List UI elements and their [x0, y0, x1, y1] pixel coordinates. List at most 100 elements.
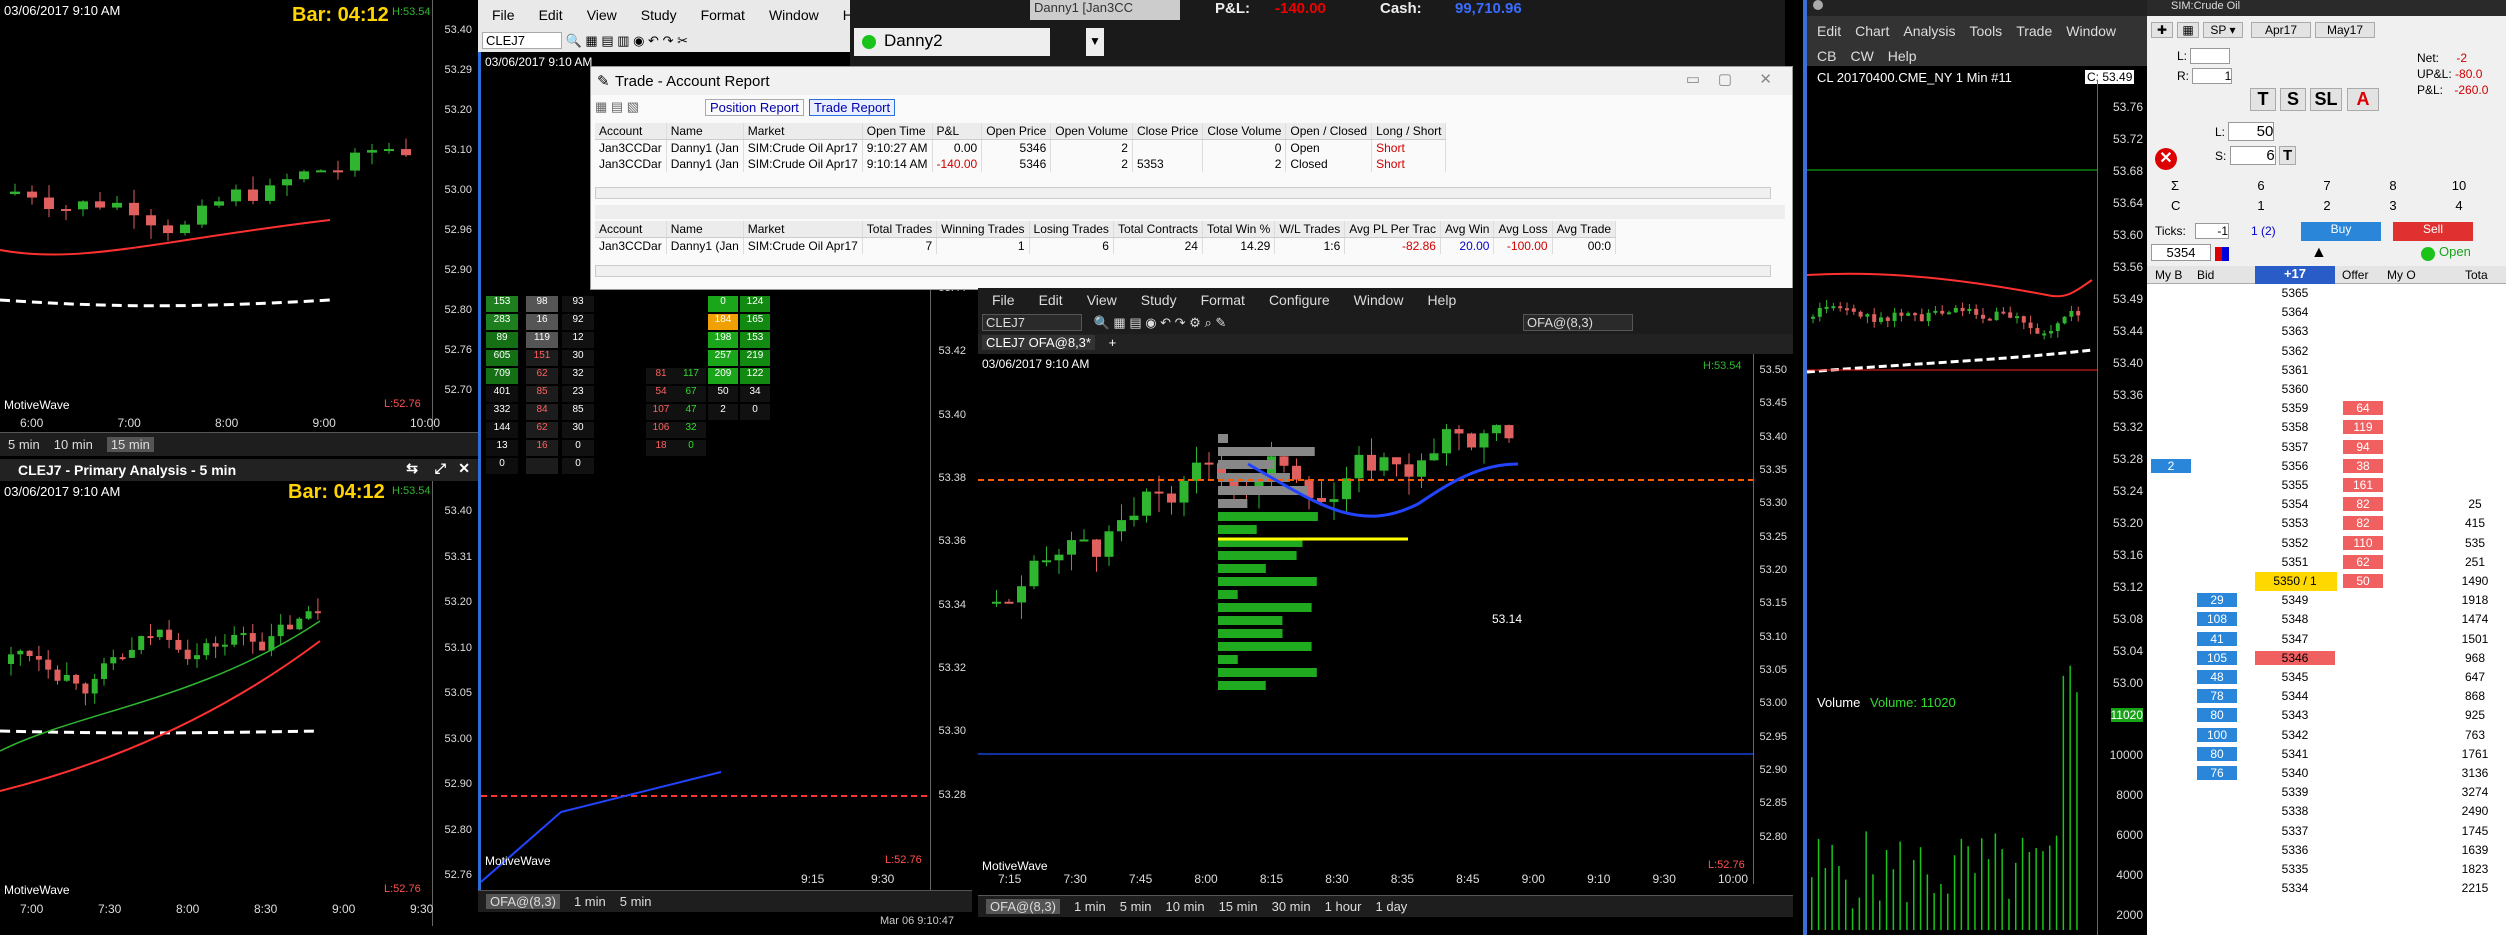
dom-row[interactable]: 5360 — [2147, 380, 2506, 399]
chart-tab-ml[interactable]: CLEJ7 - Primary Analysis - 5 min ✕ ⤢ ⇆ — [0, 459, 478, 481]
search-icon[interactable]: 🔍 ▦ ▤ ▥ ◉ ↶ ↷ ✂ — [566, 33, 688, 48]
qty-button[interactable]: 7 — [2307, 178, 2347, 193]
interval-bar-mid[interactable]: OFA@(8,3) 1 min 5 min — [478, 890, 972, 912]
buy-button[interactable]: Buy — [2301, 222, 2381, 241]
column-header[interactable]: Losing Trades — [1029, 221, 1114, 238]
toolbar-ofa[interactable]: CLEJ7 🔍 ▦ ▤ ◉ ↶ ↷ ⚙ ⌕ ✎ OFA@(8,3) — [978, 312, 1793, 334]
qty-button[interactable]: 10 — [2439, 178, 2479, 193]
column-header[interactable]: Avg Loss — [1493, 221, 1553, 238]
menu-item[interactable]: Format — [1201, 292, 1245, 308]
interval-tab[interactable]: 1 min — [1074, 899, 1106, 914]
interval-tab[interactable]: 1 min — [574, 894, 606, 909]
interval-tab[interactable]: 5 min — [1120, 899, 1152, 914]
up-arrow-icon[interactable]: ▲ — [2311, 244, 2327, 262]
chart-top-left[interactable]: 03/06/2017 9:10 AM Bar: 04:12 H:53.54 53… — [0, 0, 478, 430]
menu-item[interactable]: Format — [701, 7, 745, 23]
account-panel[interactable]: Danny2 ▼ — [854, 28, 1104, 56]
chart-mid-left[interactable]: 03/06/2017 9:10 AM Bar: 04:12 H:53.54 53… — [0, 481, 478, 926]
dom-row[interactable]: 5358 119 — [2147, 418, 2506, 437]
month-apr[interactable]: Apr17 — [2251, 22, 2311, 38]
column-header[interactable]: Open Time — [862, 123, 933, 140]
menu-item[interactable]: File — [492, 7, 515, 23]
grid-icon[interactable]: ▦ — [2177, 22, 2199, 38]
interval-tab[interactable]: 5 min — [620, 894, 652, 909]
dom-row[interactable]: 41 5347 1501 — [2147, 630, 2506, 649]
expand-icon[interactable]: ⤢ — [435, 460, 446, 477]
stop-value[interactable]: 6 — [2229, 146, 2276, 165]
menu-item[interactable]: Help — [1888, 48, 1917, 64]
qty-button[interactable]: 8 — [2373, 178, 2413, 193]
toolbar-icons[interactable]: ▦ ▤ ▧ — [595, 99, 639, 114]
column-header[interactable]: Avg Win — [1440, 221, 1495, 238]
menu-item[interactable]: Edit — [1039, 292, 1063, 308]
interval-tab[interactable]: 10 min — [1166, 899, 1205, 914]
column-header[interactable]: Total Trades — [862, 221, 938, 238]
sync-icon[interactable]: ⇆ — [406, 460, 418, 477]
table-row[interactable]: Jan3CCDar Danny1 (Jan SIM:Crude Oil Apr17 9… — [595, 139, 1447, 156]
column-header[interactable]: W/L Trades — [1274, 221, 1346, 238]
qty-button[interactable]: 6 — [2241, 178, 2281, 193]
toolbar-icons[interactable]: 🔍 ▦ ▤ ◉ ↶ ↷ ⚙ ⌕ ✎ — [1094, 315, 1227, 330]
column-header[interactable]: Long / Short — [1371, 123, 1447, 140]
trade-report-window[interactable]: ✎ Trade - Account Report ▭ ▢ ✕ ▦ ▤ ▧ Pos… — [590, 66, 1793, 290]
column-header[interactable]: Total Contracts — [1113, 221, 1203, 238]
dom-panel[interactable]: SIM:Crude Oil ✚ ▦ SP ▾ Apr17 May17 Net: … — [2147, 0, 2506, 935]
r-field[interactable]: R: 1 — [2177, 68, 2233, 84]
price-row[interactable]: 5354 ▲ Open — [2151, 244, 2501, 264]
dom-row[interactable]: 5355 161 — [2147, 476, 2506, 495]
menu-item[interactable]: CB — [1817, 48, 1836, 64]
l-field[interactable]: L: — [2177, 48, 2231, 64]
dom-row[interactable]: 5350 / 1 50 1490 — [2147, 572, 2506, 591]
dom-row[interactable]: 48 5345 647 — [2147, 668, 2506, 687]
ticks-value[interactable]: -1 — [2195, 223, 2229, 239]
dom-row[interactable]: 5354 82 25 — [2147, 495, 2506, 514]
dom-row[interactable]: 5339 3274 — [2147, 783, 2506, 802]
dom-row[interactable]: 5359 64 — [2147, 399, 2506, 418]
menu-item[interactable]: Edit — [539, 7, 563, 23]
dom-row[interactable]: 108 5348 1474 — [2147, 610, 2506, 629]
interval-tab[interactable]: 1 hour — [1325, 899, 1362, 914]
dom-row[interactable]: 5362 — [2147, 342, 2506, 361]
menu-item[interactable]: View — [1087, 292, 1117, 308]
sp-dropdown[interactable]: SP ▾ — [2203, 22, 2243, 38]
interval-tab[interactable]: 5 min — [8, 437, 40, 452]
price-box[interactable]: 5354 — [2151, 244, 2211, 261]
column-header[interactable]: Market — [743, 221, 863, 238]
btn-a[interactable]: A — [2347, 88, 2379, 111]
dom-row[interactable]: 5363 — [2147, 322, 2506, 341]
dom-row[interactable]: 76 5340 3136 — [2147, 764, 2506, 783]
menu-bar-cl[interactable]: Edit Chart Analysis Tools Trade Window — [1807, 16, 2147, 46]
menu-bar-cl-2[interactable]: CB CW Help — [1807, 46, 2147, 66]
report-toolbar[interactable]: ▦ ▤ ▧ Position Report Trade Report — [595, 99, 1785, 119]
dom-row[interactable]: 2 5356 38 — [2147, 457, 2506, 476]
interval-tab[interactable]: 15 min — [1219, 899, 1258, 914]
dom-row1[interactable]: ✚ ▦ SP ▾ Apr17 May17 — [2151, 22, 2501, 42]
interval-tab[interactable]: OFA@(8,3) — [986, 899, 1060, 914]
interval-bar-ofa[interactable]: OFA@(8,3) 1 min 5 min 10 min 15 min 30 min 1 h… — [978, 895, 1793, 917]
tab-trade-report[interactable]: Trade Report — [809, 99, 896, 116]
menu-bar-ofa[interactable]: File Edit View Study Format Configure Window He… — [978, 288, 1793, 312]
sell-button[interactable]: Sell — [2393, 222, 2473, 241]
dom-row[interactable]: 80 5343 925 — [2147, 706, 2506, 725]
ofa-tab[interactable]: CLEJ7 OFA@8,3* + — [978, 334, 1793, 354]
quantity-grid[interactable]: ΣC678101512345 — [2151, 178, 2501, 218]
column-header[interactable]: Avg PL Per Trac — [1344, 221, 1441, 238]
column-header[interactable]: P&L — [932, 123, 983, 140]
close-icon[interactable]: ✕ — [458, 460, 470, 477]
column-header[interactable]: Open Price — [981, 123, 1052, 140]
add-tab-icon[interactable]: + — [1109, 335, 1117, 350]
symbol-field[interactable]: CLEJ7 — [482, 32, 562, 49]
dom-row[interactable]: 5336 1639 — [2147, 841, 2506, 860]
h-scrollbar[interactable] — [595, 187, 1771, 199]
dom-row[interactable]: 5337 1745 — [2147, 822, 2506, 841]
dom-row[interactable]: 80 5341 1761 — [2147, 745, 2506, 764]
dom-row[interactable]: 105 5346 968 — [2147, 649, 2506, 668]
dropdown-icon[interactable]: ▼ — [1086, 28, 1104, 56]
menu-item[interactable]: Study — [641, 7, 677, 23]
menu-item[interactable]: Analysis — [1903, 23, 1955, 39]
dom-row[interactable]: 5364 — [2147, 303, 2506, 322]
btn-s[interactable]: S — [2280, 88, 2306, 111]
column-header[interactable]: Close Price — [1132, 123, 1204, 140]
menu-item[interactable]: CW — [1850, 48, 1873, 64]
dom-row[interactable]: 78 5344 868 — [2147, 687, 2506, 706]
